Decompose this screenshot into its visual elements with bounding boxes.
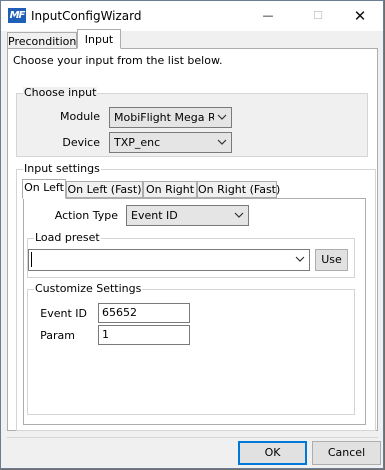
cancel-button[interactable]: Cancel xyxy=(312,441,381,465)
event-id-label: Event ID xyxy=(40,307,87,320)
customize-settings-legend: Customize Settings xyxy=(34,282,143,295)
module-dropdown[interactable]: MobiFlight Mega RH xyxy=(109,107,232,128)
tab-on-right-fast[interactable]: On Right (Fast) xyxy=(197,181,280,198)
module-value: MobiFlight Mega RH xyxy=(114,111,214,124)
tab-input[interactable]: Input xyxy=(77,29,121,49)
tab-on-right[interactable]: On Right xyxy=(143,181,197,198)
use-preset-button[interactable]: Use xyxy=(315,249,348,271)
chevron-down-icon xyxy=(217,139,227,145)
preset-dropdown[interactable] xyxy=(28,249,310,271)
close-button[interactable]: ✕ xyxy=(337,1,383,31)
chevron-down-icon xyxy=(234,212,244,218)
event-id-input[interactable]: 65652 xyxy=(98,303,190,323)
device-label: Device xyxy=(62,136,100,149)
device-value: TXP_enc xyxy=(114,136,161,149)
title-bar[interactable]: MF InputConfigWizard — ☐ ✕ xyxy=(1,1,383,31)
minimize-button[interactable]: — xyxy=(245,1,291,31)
chevron-down-icon xyxy=(295,256,305,262)
tab-on-left[interactable]: On Left xyxy=(22,179,66,199)
param-label: Param xyxy=(40,329,75,342)
action-type-dropdown[interactable]: Event ID xyxy=(126,205,249,226)
window-title: InputConfigWizard xyxy=(31,9,142,23)
device-dropdown[interactable]: TXP_enc xyxy=(109,132,232,153)
module-label: Module xyxy=(60,110,100,123)
param-input[interactable]: 1 xyxy=(98,325,190,345)
tab-on-left-fast[interactable]: On Left (Fast) xyxy=(66,181,143,198)
instruction-text: Choose your input from the list below. xyxy=(13,54,223,67)
ok-button[interactable]: OK xyxy=(238,441,307,465)
action-type-label: Action Type xyxy=(54,209,118,222)
mobiflight-app-icon: MF xyxy=(8,8,26,23)
maximize-button[interactable]: ☐ xyxy=(295,1,341,31)
input-settings-legend: Input settings xyxy=(23,162,101,175)
text-cursor xyxy=(31,252,32,267)
action-type-value: Event ID xyxy=(131,209,178,222)
choose-input-legend: Choose input xyxy=(23,86,98,99)
load-preset-legend: Load preset xyxy=(34,231,101,244)
input-config-wizard-window: MF InputConfigWizard — ☐ ✕ Precondition … xyxy=(0,0,384,469)
footer-separator xyxy=(7,437,378,438)
chevron-down-icon xyxy=(217,114,227,120)
